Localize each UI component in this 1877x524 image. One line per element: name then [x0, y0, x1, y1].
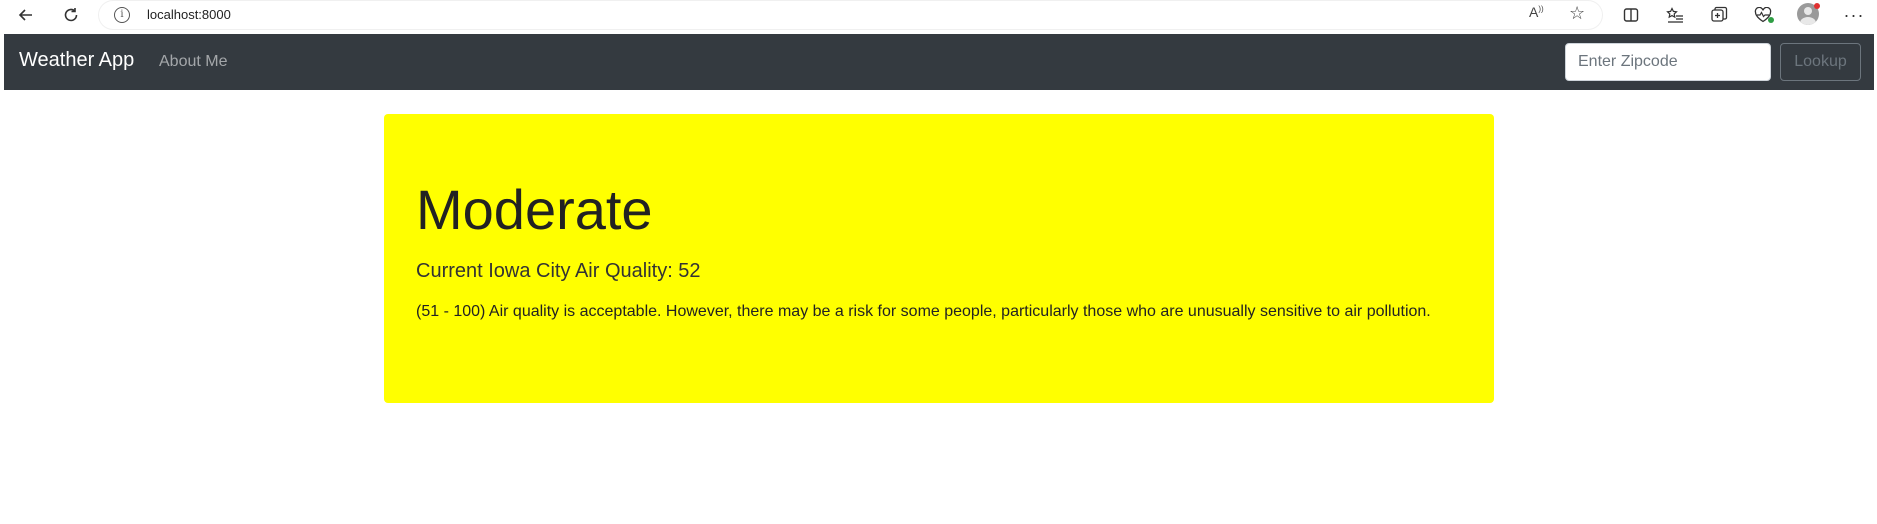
arrow-left-icon[interactable]: [15, 4, 37, 26]
star-icon[interactable]: ☆: [1569, 3, 1585, 24]
air-quality-summary: Current Iowa City Air Quality: 52: [416, 260, 701, 282]
app-navbar: Weather App About Me Lookup: [4, 34, 1874, 90]
air-quality-card: Moderate Current Iowa City Air Quality: …: [384, 114, 1494, 403]
air-quality-category: Moderate: [416, 178, 653, 241]
zipcode-input[interactable]: [1565, 43, 1771, 81]
lookup-button[interactable]: Lookup: [1780, 43, 1861, 81]
browser-toolbar: i localhost:8000 A)) ☆ ···: [0, 0, 1877, 31]
split-screen-icon[interactable]: [1620, 4, 1642, 26]
info-icon[interactable]: i: [114, 7, 130, 23]
read-aloud-icon[interactable]: A)): [1529, 4, 1544, 20]
nav-link-about-me[interactable]: About Me: [159, 53, 227, 71]
air-quality-description: (51 - 100) Air quality is acceptable. Ho…: [416, 303, 1431, 320]
status-dot: [1768, 17, 1774, 23]
url-text[interactable]: localhost:8000: [147, 7, 231, 22]
reload-icon[interactable]: [60, 4, 82, 26]
address-bar[interactable]: i localhost:8000 A)) ☆: [99, 1, 1602, 29]
collections-icon[interactable]: [1708, 4, 1730, 26]
notification-dot: [1814, 3, 1820, 9]
brand-link[interactable]: Weather App: [19, 49, 134, 72]
favorites-icon[interactable]: [1664, 4, 1686, 26]
more-icon[interactable]: ···: [1843, 4, 1865, 26]
